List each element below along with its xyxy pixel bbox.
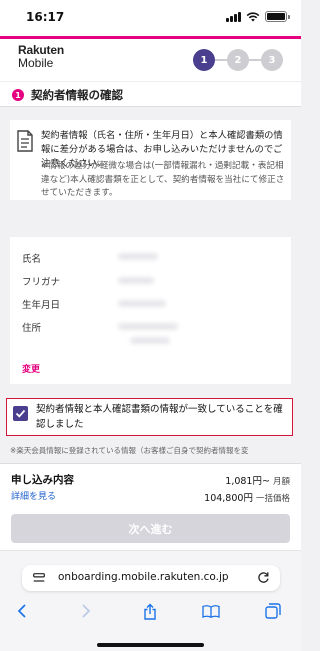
notice-card: 契約者情報（氏名・住所・生年月日）と本人確認書類の情報に差分がある場合は、お申し… xyxy=(10,120,291,200)
section-header: 1 契約者情報の確認 xyxy=(0,81,301,107)
onetime-price: 104,800円 xyxy=(204,493,253,504)
checkmark-icon xyxy=(15,409,26,418)
status-time: 16:17 xyxy=(26,10,65,24)
browser-nav xyxy=(0,601,301,623)
monthly-price-row: 1,081円~ 月額 xyxy=(225,473,290,487)
confirm-checkbox-row[interactable]: 契約者情報と本人確認書類の情報が一致していることを確認しました xyxy=(6,398,293,436)
forward-button[interactable] xyxy=(76,601,96,621)
back-button[interactable] xyxy=(12,601,32,621)
confirm-checkbox[interactable] xyxy=(13,406,28,421)
info-label-address: 住所 xyxy=(22,323,42,334)
step-connector xyxy=(215,59,227,61)
notice-sub-text: ※情報の差分が軽微な場合は(一部情報漏れ・過剰記載・表記相違など)本人確認書類を… xyxy=(41,161,285,198)
wifi-icon xyxy=(246,11,260,21)
redacted-value xyxy=(118,300,166,307)
address-bar[interactable]: onboarding.mobile.rakuten.co.jp xyxy=(22,565,280,591)
logo-line2: Mobile xyxy=(18,56,54,70)
redacted-value xyxy=(118,323,178,330)
step-connector xyxy=(249,59,261,61)
cellular-signal-icon xyxy=(226,11,241,22)
reload-icon[interactable] xyxy=(257,571,270,584)
bookmarks-icon xyxy=(202,605,220,618)
tabs-icon xyxy=(265,603,281,619)
info-label-furigana: フリガナ xyxy=(22,277,61,288)
confirm-text: 契約者情報と本人確認書類の情報が一致していることを確認しました xyxy=(36,404,283,430)
change-link[interactable]: 変更 xyxy=(22,362,40,375)
page-settings-icon[interactable] xyxy=(33,573,45,583)
share-icon xyxy=(144,603,156,620)
status-bar: 16:17 xyxy=(0,0,301,36)
share-button[interactable] xyxy=(140,601,160,621)
contract-info-card: 氏名 フリガナ 生年月日 住所 変更 xyxy=(10,237,291,384)
onetime-unit: 一括価格 xyxy=(255,494,290,504)
info-label-name: 氏名 xyxy=(22,254,42,265)
monthly-price: 1,081円~ xyxy=(225,476,270,487)
info-label-birthdate: 生年月日 xyxy=(22,300,61,311)
onetime-price-row: 104,800円 一括価格 xyxy=(204,490,290,504)
url-text: onboarding.mobile.rakuten.co.jp xyxy=(58,571,229,583)
section-number-badge: 1 xyxy=(12,89,24,101)
footnote-text: ※楽天会員情報に登録されている情報（お客様ご自身で契約者情報を変 xyxy=(10,446,249,455)
step-indicator: 1 2 3 xyxy=(193,49,283,71)
document-icon xyxy=(17,130,33,152)
step-2: 2 xyxy=(227,49,249,71)
redacted-value xyxy=(118,277,154,284)
step-3: 3 xyxy=(261,49,283,71)
redacted-value xyxy=(130,337,170,344)
redacted-value xyxy=(118,253,158,260)
bookmarks-button[interactable] xyxy=(201,601,221,621)
status-icons xyxy=(226,11,290,22)
app-header: Rakuten Mobile 1 2 3 xyxy=(0,39,301,81)
browser-toolbar: onboarding.mobile.rakuten.co.jp xyxy=(0,550,301,651)
rakuten-mobile-logo[interactable]: Rakuten Mobile xyxy=(18,44,64,70)
details-link[interactable]: 詳細を見る xyxy=(11,489,56,502)
monthly-unit: 月額 xyxy=(272,477,290,487)
step-1: 1 xyxy=(193,49,215,71)
next-button[interactable]: 次へ進む xyxy=(11,514,290,543)
section-title: 契約者情報の確認 xyxy=(31,88,123,102)
forward-icon xyxy=(82,604,91,618)
battery-icon xyxy=(265,11,290,22)
summary-title: 申し込み内容 xyxy=(11,474,74,486)
tabs-button[interactable] xyxy=(263,601,283,621)
home-indicator[interactable] xyxy=(97,643,204,647)
back-icon xyxy=(17,604,26,618)
